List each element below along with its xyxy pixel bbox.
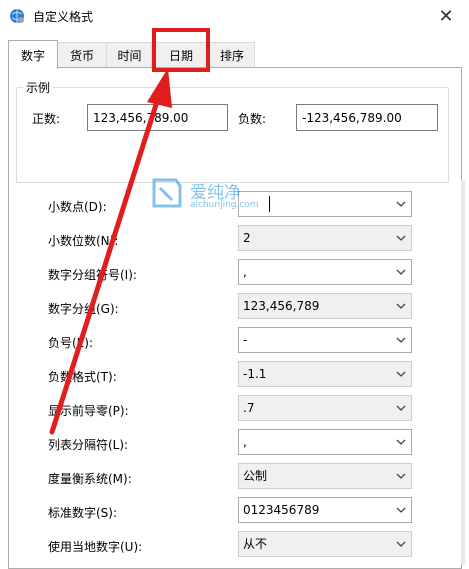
annotation-arrow-icon bbox=[49, 68, 172, 435]
custom-format-dialog: 自定义格式 ✕ 数字 货币 时间 日期 排序 示例 正数: 123,456,78… bbox=[0, 0, 469, 569]
panel-edge bbox=[461, 180, 465, 565]
tab-number[interactable]: 数字 bbox=[8, 40, 58, 69]
